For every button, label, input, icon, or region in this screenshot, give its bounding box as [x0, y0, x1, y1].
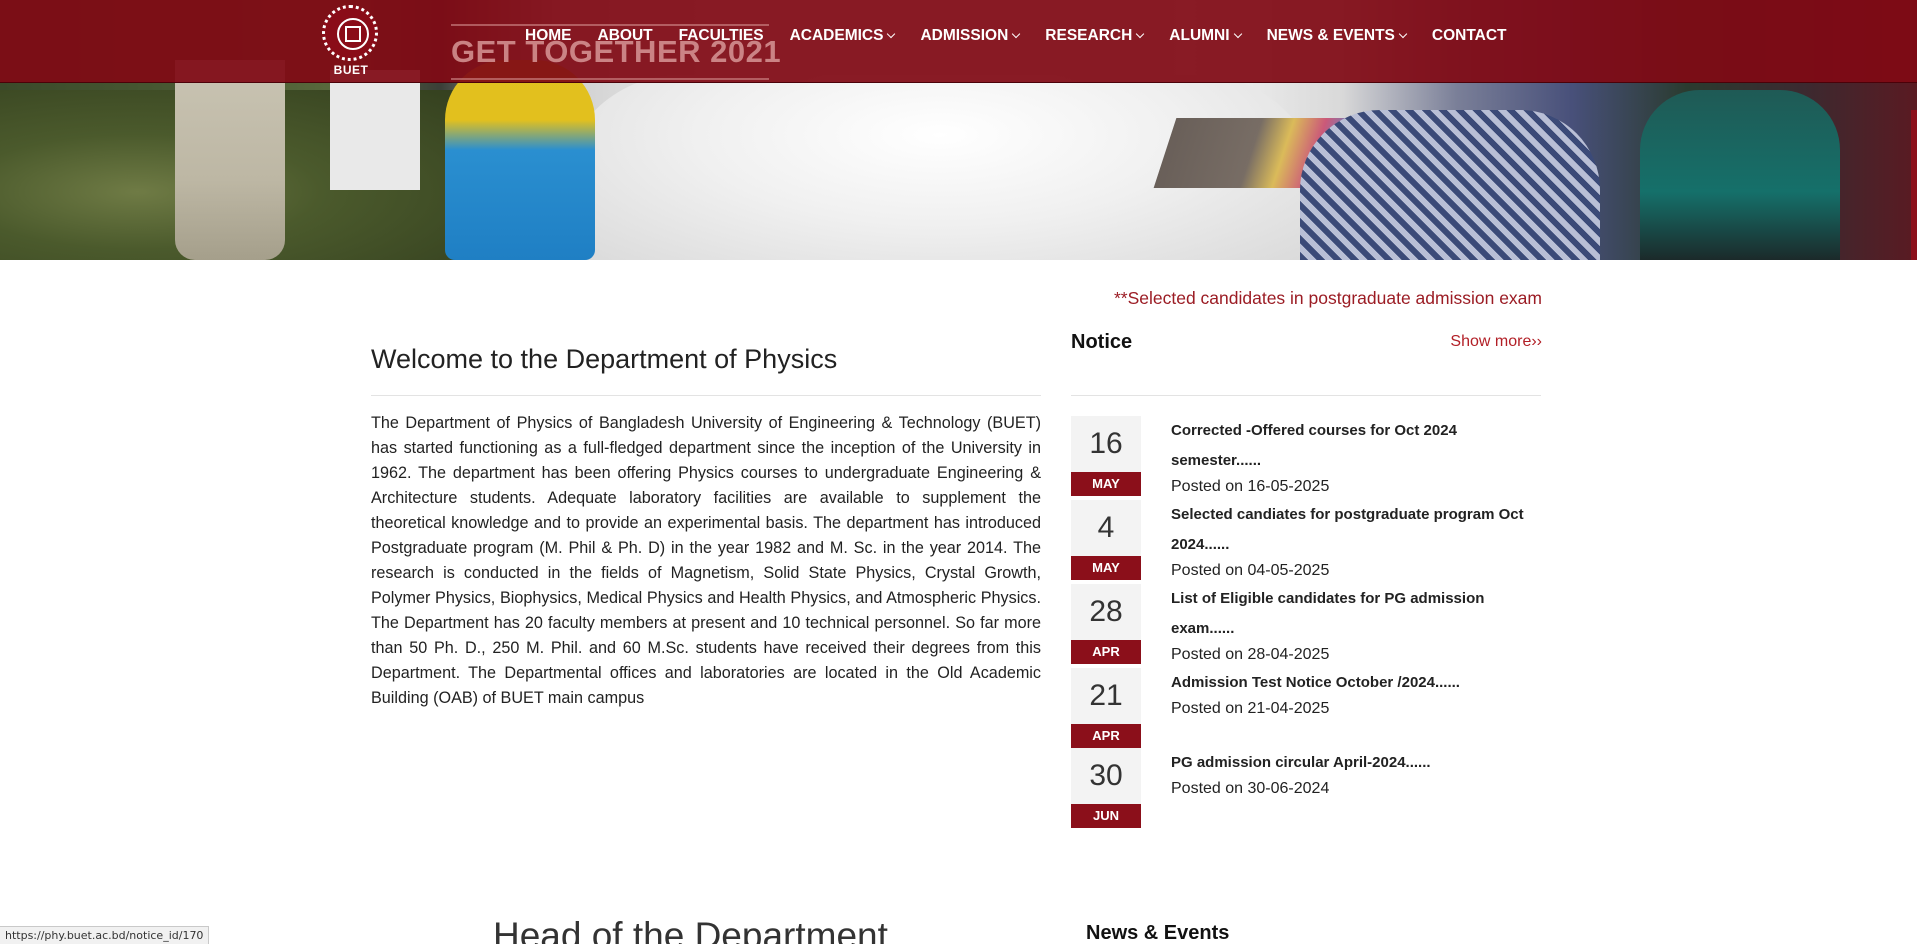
nav-item-academics[interactable]: ACADEMICS — [789, 24, 896, 48]
welcome-divider — [371, 395, 1041, 396]
nav-item-label: ALUMNI — [1169, 27, 1230, 44]
notice-date-month: MAY — [1071, 472, 1141, 496]
notice-content: PG admission circular April-2024...... Po… — [1171, 748, 1541, 800]
notice-date-day: 28 — [1071, 584, 1141, 640]
news-events-heading: News & Events — [1086, 922, 1230, 944]
notice-posted-date: Posted on 16-05-2025 — [1171, 478, 1330, 495]
hero-person-legs — [175, 60, 285, 260]
logo-text: BUET — [333, 63, 369, 77]
notice-title-link[interactable]: Selected candiates for postgraduate prog… — [1171, 500, 1541, 560]
notice-posted-date: Posted on 30-06-2024 — [1171, 780, 1330, 797]
notice-heading: Notice — [1071, 331, 1133, 353]
nav-item-about[interactable]: ABOUT — [598, 24, 653, 48]
notice-content: Corrected -Offered courses for Oct 2024 … — [1171, 416, 1541, 498]
notice-date-badge: 21 APR — [1071, 668, 1141, 748]
notice-posted-date: Posted on 04-05-2025 — [1171, 562, 1330, 579]
hero-child — [445, 60, 595, 260]
nav-item-label: CONTACT — [1431, 27, 1507, 44]
notice-date-badge: 30 JUN — [1071, 748, 1141, 828]
notice-posted-date: Posted on 28-04-2025 — [1171, 646, 1330, 663]
notice-date-day: 16 — [1071, 416, 1141, 472]
nav-item-faculties[interactable]: FACULTIES — [679, 24, 764, 48]
notice-date-day: 30 — [1071, 748, 1141, 804]
nav-item-alumni[interactable]: ALUMNI — [1169, 24, 1242, 48]
nav-item-label: FACULTIES — [678, 27, 764, 44]
nav-item-label: ACADEMICS — [789, 27, 884, 44]
notice-content: Admission Test Notice October /2024.....… — [1171, 668, 1541, 720]
welcome-paragraph: The Department of Physics of Bangladesh … — [371, 414, 1041, 707]
notice-title-link[interactable]: List of Eligible candidates for PG admis… — [1171, 584, 1541, 644]
notice-date-badge: 4 MAY — [1071, 500, 1141, 580]
nav-item-research[interactable]: RESEARCH — [1045, 24, 1145, 48]
chevron-down-icon — [1398, 29, 1408, 39]
notice-date-month: APR — [1071, 724, 1141, 748]
notice-title-link[interactable]: Admission Test Notice October /2024.....… — [1171, 668, 1541, 698]
nav-item-contact[interactable]: CONTACT — [1432, 24, 1507, 48]
buet-logo[interactable]: BUET — [320, 5, 382, 77]
chevron-down-icon — [1136, 29, 1145, 39]
nav-item-admission[interactable]: ADMISSION — [920, 24, 1021, 48]
chevron-down-icon — [887, 29, 896, 39]
link-preview-status-bar: https://phy.buet.ac.bd/notice_id/170 — [0, 926, 210, 944]
head-of-department-heading: Head of the Department — [493, 915, 888, 944]
show-more-link[interactable]: Show more›› — [1400, 333, 1542, 351]
logo-emblem-icon — [337, 18, 369, 50]
notice-posted-date: Posted on 21-04-2025 — [1171, 700, 1330, 717]
notice-title-link[interactable]: PG admission circular April-2024...... — [1171, 748, 1541, 778]
announcement-marquee[interactable]: **Selected candidates in postgraduate ad… — [1000, 288, 1542, 309]
nav-item-news-events[interactable]: NEWS & EVENTS — [1266, 24, 1408, 48]
nav-item-label: HOME — [525, 27, 572, 44]
main-menu: HOME ABOUT FACULTIES ACADEMICS ADMISSION RESE… — [525, 24, 1533, 48]
notice-divider — [1071, 395, 1541, 396]
notice-date-day: 21 — [1071, 668, 1141, 724]
nav-item-label: RESEARCH — [1045, 27, 1133, 44]
logo-gear-icon — [322, 5, 378, 61]
page: BUET GET TOGETHER 2021 HOME ABOUT FACULTIE… — [0, 0, 1917, 944]
nav-item-label: ABOUT — [597, 27, 653, 44]
notice-date-badge: 16 MAY — [1071, 416, 1141, 496]
chevron-down-icon — [1012, 29, 1021, 39]
notice-content: Selected candiates for postgraduate prog… — [1171, 500, 1541, 582]
nav-item-label: NEWS & EVENTS — [1266, 27, 1395, 44]
nav-item-home[interactable]: HOME — [525, 24, 572, 48]
welcome-heading: Welcome to the Department of Physics — [371, 344, 838, 374]
hero-side-accent — [1911, 110, 1917, 260]
nav-item-label: ADMISSION — [920, 27, 1009, 44]
notice-date-badge: 28 APR — [1071, 584, 1141, 664]
hero-person-legs-2 — [330, 70, 420, 190]
notice-date-month: JUN — [1071, 804, 1141, 828]
notice-date-month: APR — [1071, 640, 1141, 664]
notice-date-month: MAY — [1071, 556, 1141, 580]
notice-title-link[interactable]: Corrected -Offered courses for Oct 2024 … — [1171, 416, 1541, 476]
hero-person-teal — [1640, 90, 1840, 260]
chevron-down-icon — [1233, 29, 1242, 39]
notice-date-day: 4 — [1071, 500, 1141, 556]
top-navigation-bar: BUET GET TOGETHER 2021 HOME ABOUT FACULTIE… — [0, 0, 1917, 83]
notice-content: List of Eligible candidates for PG admis… — [1171, 584, 1541, 666]
hero-person-checked-shirt — [1300, 110, 1600, 260]
